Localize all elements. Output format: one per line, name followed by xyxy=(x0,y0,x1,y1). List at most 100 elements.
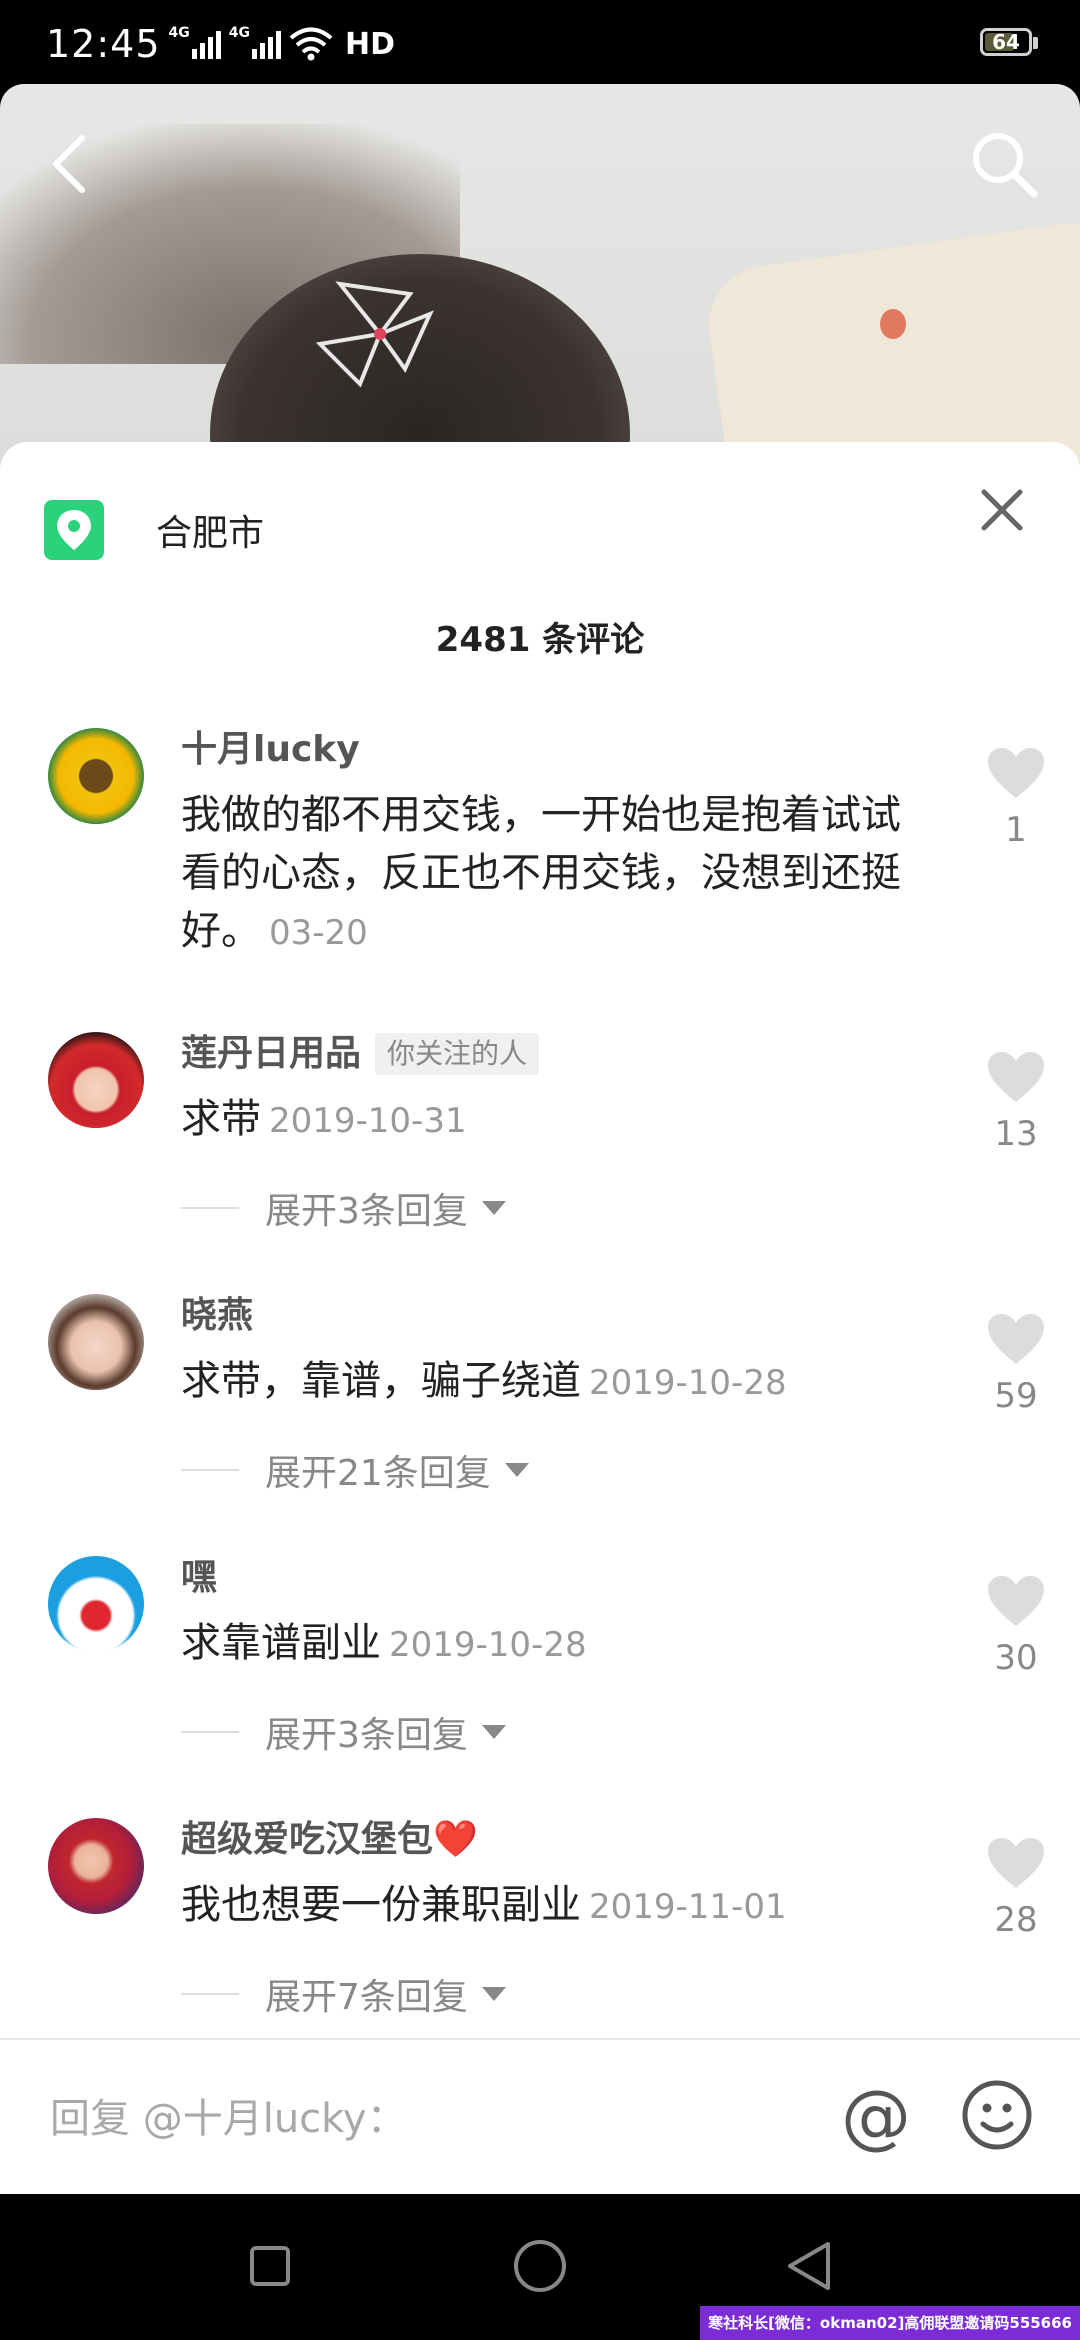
comment-username[interactable]: 嘿 xyxy=(181,1556,921,1600)
comment-date: 2019-10-28 xyxy=(589,1363,787,1403)
expand-line xyxy=(181,1469,239,1471)
avatar[interactable] xyxy=(48,1556,144,1652)
like-count: 30 xyxy=(994,1638,1038,1678)
search-icon[interactable] xyxy=(964,124,1044,204)
hairpin-butterfly-graphic xyxy=(315,281,434,388)
location-name: 合肥市 xyxy=(156,513,265,554)
heart-icon xyxy=(988,748,1044,798)
reply-bar: @ xyxy=(0,2038,1080,2196)
battery-icon: 64 xyxy=(980,28,1032,56)
heart-icon xyxy=(988,1314,1044,1364)
like-count: 13 xyxy=(994,1114,1038,1154)
status-bar: 12:45 4G 4G HD 64 xyxy=(0,0,1080,84)
comment-username[interactable]: 十月lucky xyxy=(181,728,921,772)
close-icon[interactable] xyxy=(972,480,1032,540)
comment-body: 十月lucky 我做的都不用交钱，一开始也是抱着试试看的心态，反正也不用交钱，没… xyxy=(181,728,921,962)
comment-sheet: 合肥市 2481 条评论 十月lucky 我做的都不用交钱，一开始也是抱着试试看… xyxy=(0,442,1080,2194)
expand-replies[interactable]: 展开7条回复 xyxy=(181,1968,506,2020)
comment-text: 我也想要一份兼职副业 2019-11-01 xyxy=(181,1876,921,1936)
home-icon[interactable] xyxy=(500,2236,580,2296)
signal-bars-1 xyxy=(191,29,221,59)
like-button[interactable]: 13 xyxy=(982,1050,1050,1154)
comment-date: 2019-10-28 xyxy=(389,1625,587,1665)
status-time: 12:45 xyxy=(46,22,161,66)
signal-1-icon: 4G xyxy=(169,25,221,59)
comment-content: 求带，靠谱，骗子绕道 xyxy=(181,1358,581,1404)
avatar[interactable] xyxy=(48,1294,144,1390)
comment-content: 求靠谱副业 xyxy=(181,1620,381,1666)
comment-count: 2481 条评论 xyxy=(435,620,645,660)
comment-body: 莲丹日用品 你关注的人 求带 2019-10-31 xyxy=(181,1032,921,1150)
like-button[interactable]: 1 xyxy=(982,746,1050,850)
heart-icon xyxy=(988,1838,1044,1888)
expand-replies-label: 展开3条回复 xyxy=(265,1191,468,1232)
status-left: 12:45 4G 4G HD xyxy=(46,22,395,66)
expand-line xyxy=(181,1731,239,1733)
network-type-2: 4G xyxy=(228,25,250,41)
wifi-icon xyxy=(289,27,333,61)
comment-username[interactable]: 超级爱吃汉堡包❤️ xyxy=(181,1818,921,1862)
comment-body: 超级爱吃汉堡包❤️ 我也想要一份兼职副业 2019-11-01 xyxy=(181,1818,921,1936)
comment-username[interactable]: 莲丹日用品 你关注的人 xyxy=(181,1032,921,1076)
comment-text: 求带 2019-10-31 xyxy=(181,1090,921,1150)
comment-text: 求带，靠谱，骗子绕道 2019-10-28 xyxy=(181,1352,921,1412)
recents-icon[interactable] xyxy=(230,2236,310,2296)
location-pin-icon xyxy=(44,500,104,560)
expand-replies-label: 展开21条回复 xyxy=(265,1453,491,1494)
battery-tip xyxy=(1033,37,1038,49)
heart-icon xyxy=(988,1576,1044,1626)
avatar[interactable] xyxy=(48,1818,144,1914)
comment-text: 我做的都不用交钱，一开始也是抱着试试看的心态，反正也不用交钱，没想到还挺好。 03… xyxy=(181,786,921,962)
signal-2-icon: 4G xyxy=(229,25,281,59)
expand-replies[interactable]: 展开3条回复 xyxy=(181,1182,506,1234)
signal-bars-2 xyxy=(251,29,281,59)
comment-content: 我也想要一份兼职副业 xyxy=(181,1882,581,1928)
like-button[interactable]: 59 xyxy=(982,1312,1050,1416)
caret-down-icon xyxy=(504,1463,529,1477)
comment-content: 求带 xyxy=(181,1096,261,1142)
following-badge: 你关注的人 xyxy=(375,1033,540,1075)
like-count: 28 xyxy=(994,1900,1038,1940)
expand-replies[interactable]: 展开21条回复 xyxy=(181,1444,529,1496)
caret-down-icon xyxy=(481,1725,506,1739)
comment-username-text: 莲丹日用品 xyxy=(181,1033,362,1074)
comment-date: 03-20 xyxy=(269,913,368,953)
like-button[interactable]: 30 xyxy=(982,1574,1050,1678)
network-type-1: 4G xyxy=(168,25,190,41)
expand-replies-label: 展开3条回复 xyxy=(265,1715,468,1756)
battery-level: 64 xyxy=(992,30,1020,54)
like-button[interactable]: 28 xyxy=(982,1836,1050,1940)
comment-date: 2019-11-01 xyxy=(589,1887,787,1927)
comment-username-text: 晓燕 xyxy=(181,1295,254,1336)
video-preview[interactable] xyxy=(0,84,1080,484)
hd-indicator: HD xyxy=(344,26,395,62)
comment-username-text: 十月lucky xyxy=(181,729,360,770)
comment-username[interactable]: 晓燕 xyxy=(181,1294,921,1338)
like-count: 59 xyxy=(994,1376,1038,1416)
nav-back-icon[interactable] xyxy=(770,2236,850,2296)
system-nav-bar: 寒社科长[微信：okman02]高佣联盟邀请码555666 xyxy=(0,2194,1080,2340)
comment-body: 嘿 求靠谱副业 2019-10-28 xyxy=(181,1556,921,1674)
screen: 12:45 4G 4G HD 64 合肥市 2481 条评论 十月lucky 我… xyxy=(0,0,1080,2340)
expand-replies-label: 展开7条回复 xyxy=(265,1977,468,2018)
emoji-icon[interactable] xyxy=(960,2078,1034,2152)
avatar[interactable] xyxy=(48,728,144,824)
location-row[interactable]: 合肥市 xyxy=(44,498,264,562)
expand-line xyxy=(181,1207,239,1209)
comment-date: 2019-10-31 xyxy=(269,1101,467,1141)
expand-line xyxy=(181,1993,239,1995)
comment-body: 晓燕 求带，靠谱，骗子绕道 2019-10-28 xyxy=(181,1294,921,1412)
like-count: 1 xyxy=(1005,810,1027,850)
video-pillow-dot xyxy=(880,309,906,339)
mention-button[interactable]: @ xyxy=(836,2078,916,2158)
heart-icon xyxy=(988,1052,1044,1102)
caret-down-icon xyxy=(481,1987,506,2001)
caret-down-icon xyxy=(481,1201,506,1215)
reply-input[interactable] xyxy=(48,2078,812,2160)
watermark: 寒社科长[微信：okman02]高佣联盟邀请码555666 xyxy=(700,2306,1080,2340)
avatar[interactable] xyxy=(48,1032,144,1128)
expand-replies[interactable]: 展开3条回复 xyxy=(181,1706,506,1758)
back-icon[interactable] xyxy=(40,124,100,204)
comment-username-text: 超级爱吃汉堡包❤️ xyxy=(181,1819,478,1860)
comment-username-text: 嘿 xyxy=(181,1557,218,1598)
